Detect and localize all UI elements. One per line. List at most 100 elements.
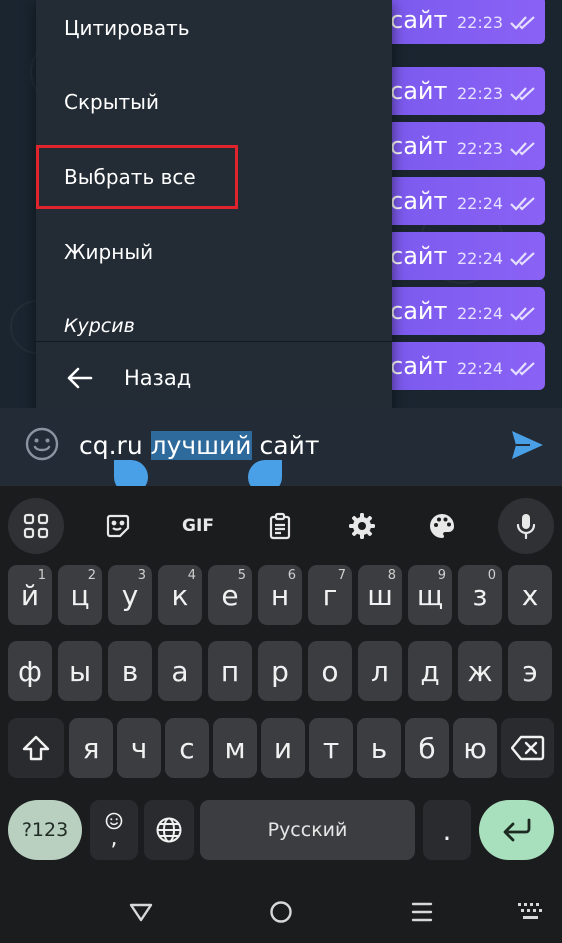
shift-icon [22, 735, 50, 761]
space-key[interactable]: Русский [200, 800, 415, 860]
key-label: х [521, 578, 539, 612]
menu-item-spoiler[interactable]: Скрытый [64, 90, 159, 114]
shift-key[interactable] [8, 718, 64, 778]
key-ы[interactable]: ы [58, 641, 102, 701]
key-д[interactable]: д [408, 641, 452, 701]
key-label: к [171, 578, 189, 612]
key-ч[interactable]: ч [117, 718, 161, 778]
key-щ[interactable]: щ9 [408, 565, 452, 625]
message-input[interactable]: cq.ru лучший сайт [79, 431, 319, 460]
keyboard-switch-icon[interactable] [517, 901, 545, 923]
message-text: сайт [390, 77, 448, 105]
key-hint: 2 [87, 568, 96, 583]
key-э[interactable]: э [508, 641, 552, 701]
apps-grid-icon [23, 513, 49, 539]
back-arrow-icon[interactable] [64, 363, 94, 393]
menu-item-italic[interactable]: Курсив [64, 315, 135, 337]
emoji-icon[interactable] [24, 426, 60, 462]
period-key[interactable]: . [423, 800, 471, 860]
message-time: 22:23 [457, 13, 504, 32]
key-label: й [20, 578, 40, 612]
key-hint: 5 [237, 568, 246, 583]
enter-key[interactable] [479, 800, 554, 860]
key-я[interactable]: я [69, 718, 113, 778]
message-time: 22:24 [457, 194, 504, 213]
settings-button[interactable] [334, 498, 390, 554]
back-nav-icon[interactable] [128, 901, 154, 923]
double-check-icon [510, 87, 535, 101]
double-check-icon [510, 16, 535, 30]
key-label: у [121, 578, 139, 612]
backspace-key[interactable] [501, 718, 554, 778]
key-з[interactable]: з0 [458, 565, 502, 625]
message-text: сайт [390, 132, 448, 160]
message-text: сайт [390, 242, 448, 270]
home-nav-icon[interactable] [269, 900, 293, 924]
menu-item-quote[interactable]: Цитировать [64, 16, 190, 40]
key-л[interactable]: л [358, 641, 402, 701]
key-й[interactable]: й1 [8, 565, 52, 625]
theme-button[interactable] [414, 498, 470, 554]
key-ю[interactable]: ю [453, 718, 497, 778]
emoji-comma-key[interactable]: , [90, 800, 138, 860]
highlight-box [36, 145, 238, 209]
key-с[interactable]: с [165, 718, 209, 778]
navigation-bar [0, 870, 562, 943]
send-icon[interactable] [509, 427, 545, 463]
key-label: н [270, 578, 290, 612]
key-и[interactable]: и [261, 718, 305, 778]
key-hint: 0 [487, 568, 496, 583]
key-hint: 1 [37, 568, 46, 583]
key-н[interactable]: н6 [258, 565, 302, 625]
symbols-key[interactable]: ?123 [8, 800, 82, 860]
gear-icon [349, 513, 375, 539]
language-key[interactable] [144, 800, 194, 860]
voice-input-button[interactable] [498, 498, 554, 554]
text-after-selection: сайт [251, 431, 320, 460]
key-б[interactable]: б [405, 718, 449, 778]
menu-back-button[interactable]: Назад [124, 366, 191, 390]
key-label: з [472, 578, 488, 612]
key-ш[interactable]: ш8 [358, 565, 402, 625]
key-ц[interactable]: ц2 [58, 565, 102, 625]
backspace-icon [510, 735, 544, 761]
double-check-icon [510, 197, 535, 211]
palette-icon [430, 514, 455, 538]
key-к[interactable]: к4 [158, 565, 202, 625]
key-ж[interactable]: ж [458, 641, 502, 701]
enter-icon [503, 818, 530, 842]
message-text: сайт [390, 352, 448, 380]
keyboard: GIF й1 ц2 у 3 к 4 е 5 н 6 г 7 ш 8 щ 9 з … [0, 486, 562, 870]
key-label: е [221, 578, 239, 612]
key-п[interactable]: п [208, 641, 252, 701]
key-о[interactable]: о [308, 641, 352, 701]
key-т[interactable]: т [309, 718, 353, 778]
mic-icon [516, 514, 536, 540]
key-ф[interactable]: ф [8, 641, 52, 701]
key-м[interactable]: м [213, 718, 257, 778]
message-text: сайт [390, 187, 448, 215]
key-х[interactable]: х [508, 565, 552, 625]
sticker-icon [106, 514, 130, 538]
recents-nav-icon[interactable] [410, 901, 434, 923]
double-check-icon [510, 252, 535, 266]
key-hint: 4 [187, 568, 196, 583]
clipboard-button[interactable] [252, 498, 308, 554]
key-р[interactable]: р [258, 641, 302, 701]
key-hint: 7 [337, 568, 346, 583]
menu-item-bold[interactable]: Жирный [64, 240, 153, 264]
apps-button[interactable] [8, 498, 64, 554]
key-hint: 9 [437, 568, 446, 583]
key-г[interactable]: г7 [308, 565, 352, 625]
key-ь[interactable]: ь [357, 718, 401, 778]
double-check-icon [510, 307, 535, 321]
key-а[interactable]: а [158, 641, 202, 701]
key-в[interactable]: в [108, 641, 152, 701]
key-е[interactable]: е5 [208, 565, 252, 625]
key-у[interactable]: у3 [108, 565, 152, 625]
key-hint: 3 [137, 568, 146, 583]
gif-button[interactable]: GIF [170, 498, 226, 554]
message-time: 22:23 [457, 84, 504, 103]
sticker-button[interactable] [90, 498, 146, 554]
globe-icon [156, 817, 182, 843]
